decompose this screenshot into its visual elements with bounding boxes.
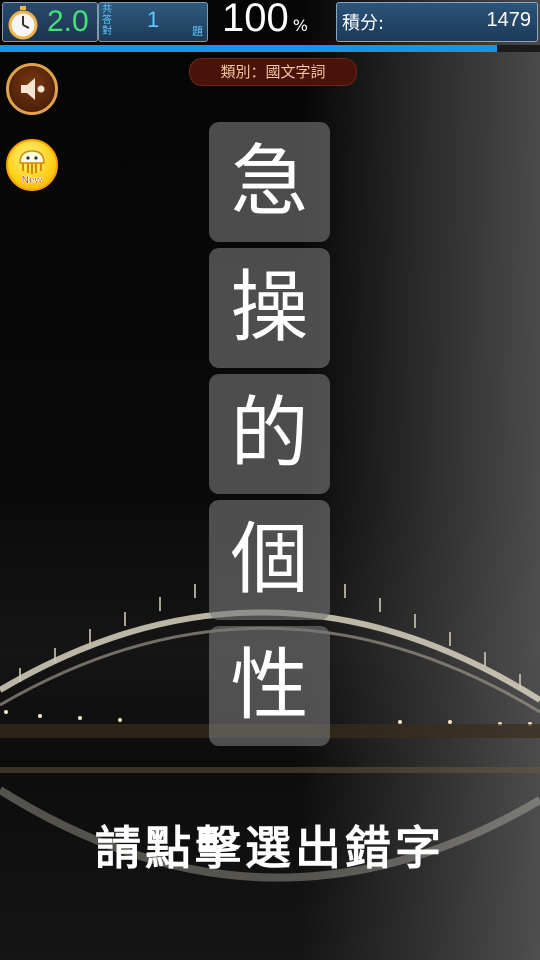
score-panel: 積分: 1479 bbox=[336, 2, 538, 42]
count-label-char: 共 bbox=[102, 4, 112, 15]
new-badge-label: New bbox=[22, 175, 43, 186]
accuracy-display: 100% bbox=[222, 0, 308, 42]
sound-toggle-button[interactable] bbox=[6, 63, 58, 115]
correct-count-panel: 共 答 對 1 題 bbox=[98, 2, 208, 42]
time-progress-fill bbox=[0, 45, 497, 52]
count-label-char: 對 bbox=[102, 26, 112, 37]
timer-panel: 2.0 bbox=[2, 2, 98, 42]
top-status-bar: 2.0 共 答 對 1 題 100% 積分: 1479 bbox=[0, 0, 540, 52]
speaker-icon bbox=[21, 78, 45, 100]
new-feature-button[interactable]: New bbox=[6, 139, 58, 191]
correct-count-label: 共 答 對 bbox=[102, 4, 114, 37]
stopwatch-icon bbox=[8, 6, 38, 40]
character-tile[interactable]: 操 bbox=[209, 248, 330, 368]
time-progress-bar bbox=[0, 45, 540, 52]
score-label: 積分: bbox=[342, 13, 385, 34]
correct-count-value: 1 bbox=[147, 7, 160, 32]
instruction-text: 請點擊選出錯字 bbox=[95, 821, 445, 875]
character-tile[interactable]: 的 bbox=[209, 374, 330, 494]
accuracy-unit: % bbox=[292, 16, 308, 35]
count-label-char: 答 bbox=[102, 15, 112, 26]
accuracy-value: 100 bbox=[222, 0, 289, 40]
character-tile[interactable]: 性 bbox=[209, 626, 330, 746]
correct-count-unit: 題 bbox=[192, 25, 203, 38]
score-value: 1479 bbox=[486, 9, 532, 31]
category-label: 類別：國文字詞 bbox=[189, 58, 357, 86]
character-tile[interactable]: 急 bbox=[209, 122, 330, 242]
timer-value: 2.0 bbox=[47, 5, 89, 38]
character-tile[interactable]: 個 bbox=[209, 500, 330, 620]
jellyfish-new-icon: New bbox=[19, 150, 45, 186]
